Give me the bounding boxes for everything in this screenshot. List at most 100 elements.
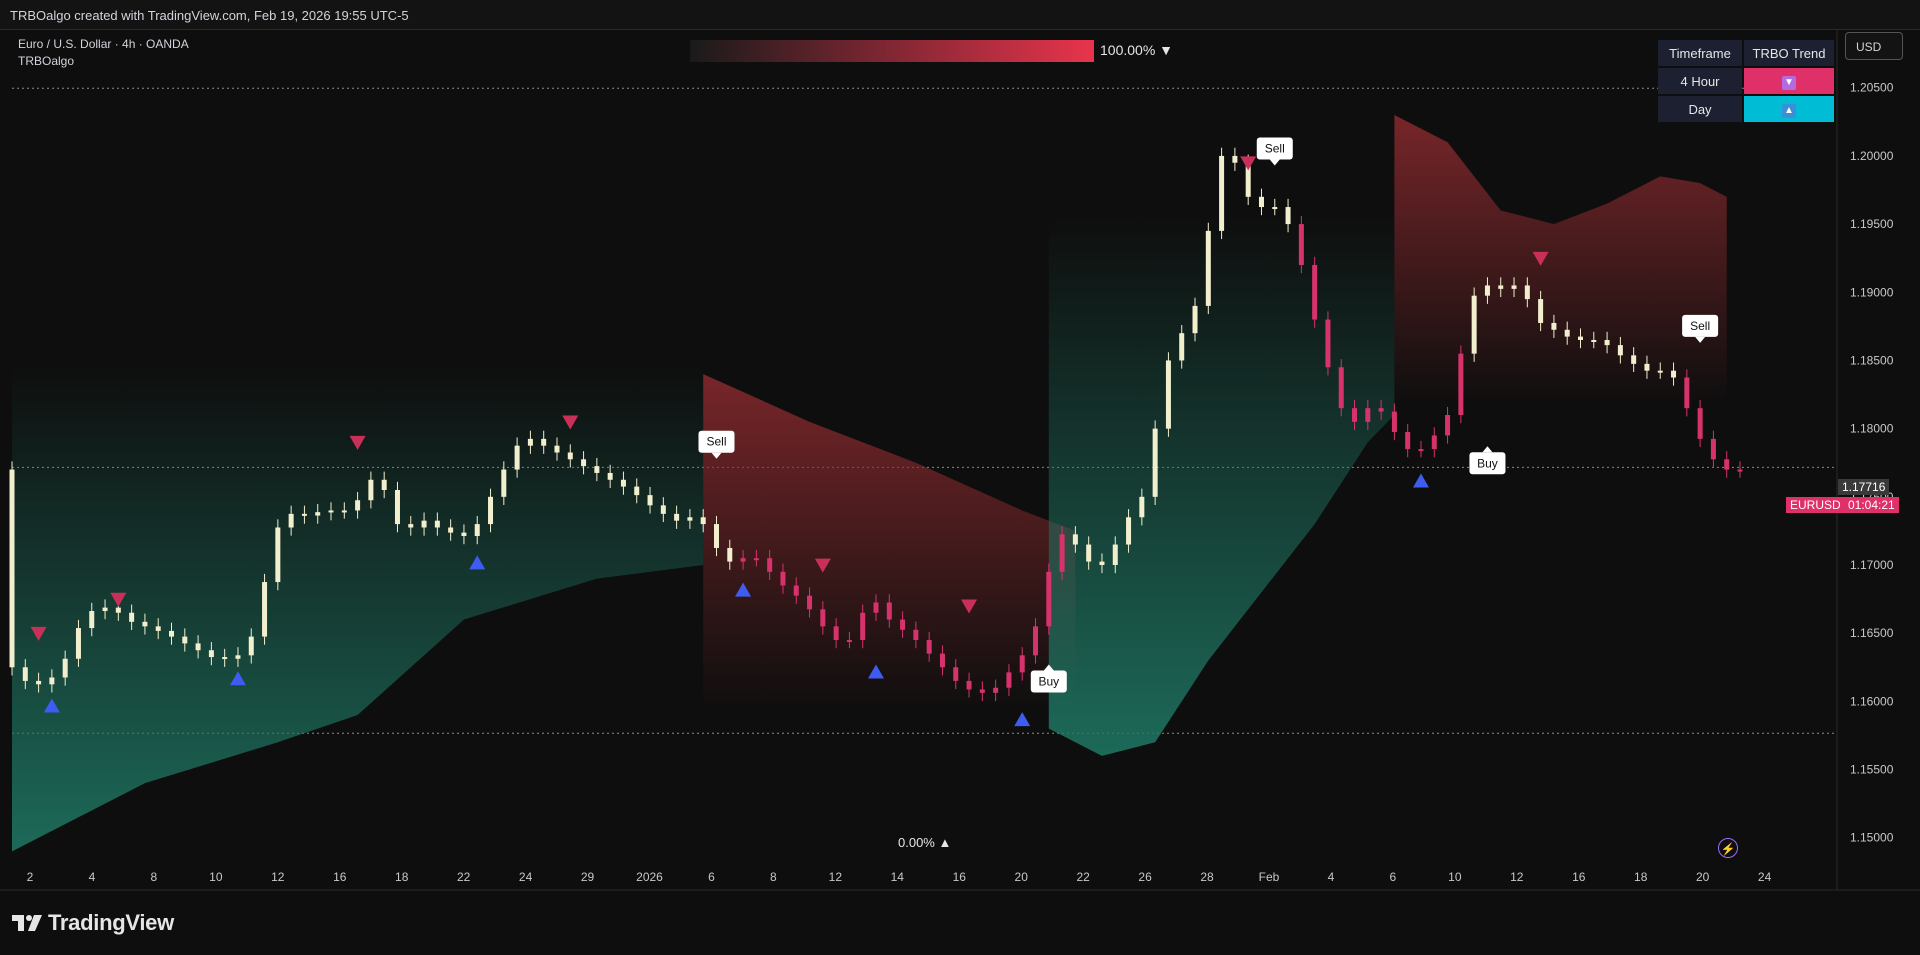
candle [394,490,400,525]
candle [567,452,573,460]
candle [208,650,214,658]
candle [1298,224,1304,265]
trend-signal-cell: ▲ [1744,96,1834,122]
x-tick-label: 16 [1572,870,1586,884]
signal-label-text: Sell [1690,319,1710,333]
candle [1631,355,1637,364]
candle [634,486,640,496]
candle [142,621,148,627]
tradingview-brand[interactable]: TradingView [48,910,174,936]
bear-cloud [703,374,1076,711]
candle [873,602,879,613]
candle [1165,360,1171,429]
candle [1099,561,1105,565]
countdown-badge: 01:04:21 [1844,497,1899,513]
candle [953,667,959,681]
y-tick-label: 1.16500 [1850,626,1894,640]
signal-label-text: Buy [1477,456,1498,470]
buy-arrow-icon [1014,712,1031,727]
heatmap-top-label: 100.00% ▼ [1100,42,1174,58]
y-tick-label: 1.17000 [1850,558,1894,572]
candle [581,459,587,467]
candle [1126,517,1132,545]
candle [833,626,839,640]
candle [527,438,533,446]
candle [1192,305,1198,334]
candle [1365,408,1371,422]
price-chart[interactable]: Sell Sell Sell Buy Buy 1.15000 1.15500 1.16000 1… [0,0,1920,955]
candle [262,582,268,637]
trend-table: Timeframe TRBO Trend 4 Hour ▼ Day ▲ [1656,38,1836,124]
candle [860,612,866,640]
candle [1272,207,1278,210]
candle [328,510,334,513]
candle [488,496,494,525]
candle [1577,336,1583,340]
candle [620,479,626,487]
x-tick-label: 8 [770,870,777,884]
heatmap-bar [690,40,1094,62]
candle [1538,299,1544,323]
candle [846,640,852,642]
indicator-label[interactable]: TRBOalgo [18,53,189,70]
candle [913,629,919,640]
candle [993,687,999,693]
candle [1551,322,1557,330]
candle [807,595,813,610]
candle [966,680,972,690]
candle [793,585,799,596]
candle [421,520,427,528]
x-tick-label: 24 [1758,870,1772,884]
candle [1152,428,1158,497]
candle [1524,285,1530,300]
candle [381,479,387,490]
candle [434,520,440,528]
symbol-label[interactable]: Euro / U.S. Dollar · 4h · OANDA [18,36,189,53]
x-tick-label: 2026 [636,870,663,884]
candle [1564,329,1570,337]
candle [660,505,666,514]
x-tick-label: 24 [519,870,533,884]
last-price-badge: 1.17716 [1838,479,1890,495]
chart-legend: Euro / U.S. Dollar · 4h · OANDA TRBOalgo [18,36,189,70]
y-tick-label: 1.18000 [1850,422,1894,436]
candle [1498,285,1504,289]
x-tick-label: 4 [89,870,96,884]
trend-table-header-timeframe: Timeframe [1658,40,1742,66]
x-tick-label: 12 [829,870,843,884]
trend-timeframe: Day [1658,96,1742,122]
candle [288,513,294,528]
candle [713,524,719,548]
candle [222,657,228,660]
bull-cloud [1048,215,1395,756]
x-tick-label: 12 [271,870,285,884]
x-tick-label: 14 [891,870,905,884]
up-triangle-icon: ▲ [1782,103,1796,118]
x-tick-label: 12 [1510,870,1524,884]
candle [820,609,826,627]
x-tick-label: 10 [1448,870,1462,884]
y-tick-label: 1.20000 [1850,149,1894,163]
candle [939,653,945,668]
x-tick-label: 16 [953,870,967,884]
candle [474,524,480,537]
lightning-icon[interactable]: ⚡ [1718,838,1738,858]
bear-cloud [1394,115,1727,405]
candle [75,628,81,659]
candle [1671,370,1677,378]
candle [195,643,201,651]
x-tick-label: 22 [1076,870,1090,884]
candle [1059,534,1065,572]
candle [89,611,95,629]
currency-button[interactable]: USD [1845,32,1903,60]
candle [448,527,454,533]
candle [1445,415,1451,436]
candle [1258,196,1264,208]
x-tick-label: 18 [1634,870,1648,884]
candle [541,438,547,446]
candle [1391,411,1397,433]
candle [461,532,467,537]
candle [607,472,613,480]
signal-label-pointer [1482,446,1493,453]
x-tick-label: 26 [1138,870,1152,884]
